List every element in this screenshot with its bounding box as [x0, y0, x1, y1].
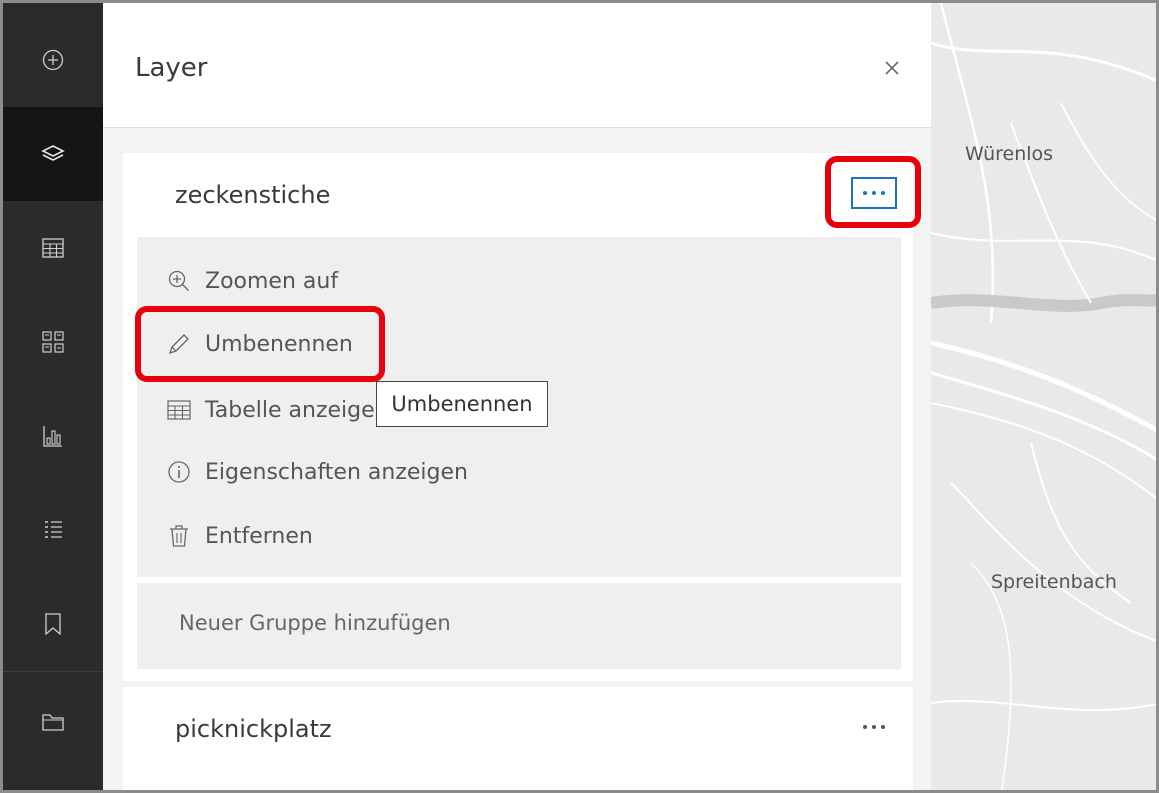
more-options-button[interactable]: [851, 711, 897, 743]
add-icon: [42, 49, 64, 71]
menu-item-label: Umbenennen: [205, 331, 353, 357]
folder-icon: [42, 714, 64, 731]
panel-header: Layer: [103, 3, 931, 128]
chart-icon: [43, 426, 62, 447]
more-options-icon: [863, 725, 867, 729]
dot: [881, 191, 885, 195]
layers-icon: [41, 145, 65, 161]
add-group-label[interactable]: Neuer Gruppe hinzufügen: [179, 611, 451, 635]
menu-item-remove[interactable]: Entfernen: [165, 516, 313, 556]
info-icon: [168, 461, 190, 483]
toolbar-add-button[interactable]: [3, 13, 103, 107]
pencil-icon: [168, 334, 189, 355]
menu-item-label: Eigenschaften anzeigen: [205, 459, 468, 485]
menu-item-zoom[interactable]: Zoomen auf: [165, 261, 338, 301]
toolbar-widgets-button[interactable]: [3, 295, 103, 389]
layer-card: picknickplatz: [123, 687, 913, 790]
dot: [881, 725, 885, 729]
close-icon[interactable]: [881, 57, 903, 79]
dot: [872, 191, 876, 195]
legend-list-icon: [45, 521, 62, 538]
add-group-row[interactable]: Neuer Gruppe hinzufügen: [137, 583, 901, 669]
map-base: [931, 3, 1156, 790]
toolbar-legend-button[interactable]: [3, 483, 103, 577]
menu-item-label: Zoomen auf: [205, 268, 339, 294]
toolbar-table-button[interactable]: [3, 201, 103, 295]
more-options-icon: [863, 191, 867, 195]
bookmark-icon: [45, 613, 61, 635]
widgets-icon: [42, 331, 64, 353]
layer-panel: Layer zeckenstiche Zoomen auf Umbenennen…: [103, 3, 931, 790]
table-icon: [167, 400, 191, 420]
map-label-spreitenbach: Spreitenbach: [991, 571, 1117, 593]
toolbar-bookmark-button[interactable]: [3, 577, 103, 671]
panel-title: Layer: [135, 53, 208, 83]
layer-name[interactable]: zeckenstiche: [175, 181, 330, 209]
toolbar-chart-button[interactable]: [3, 389, 103, 483]
layer-name[interactable]: picknickplatz: [175, 715, 332, 743]
more-options-button[interactable]: [851, 177, 897, 209]
left-toolbar: [3, 3, 103, 790]
toolbar-divider: [3, 671, 103, 672]
menu-item-table[interactable]: Tabelle anzeigen: [165, 390, 389, 430]
rename-tooltip: Umbenennen: [376, 381, 548, 427]
map-view[interactable]: Würenlos Spreitenbach: [931, 3, 1156, 790]
menu-item-rename[interactable]: Umbenennen: [165, 324, 353, 364]
toolbar-folder-button[interactable]: [3, 675, 103, 769]
toolbar-layers-button[interactable]: [3, 107, 103, 201]
table-icon: [42, 238, 64, 258]
zoom-in-icon: [168, 270, 189, 291]
menu-item-properties[interactable]: Eigenschaften anzeigen: [165, 452, 468, 492]
app-window: Layer zeckenstiche Zoomen auf Umbenennen…: [0, 0, 1159, 793]
menu-item-label: Tabelle anzeigen: [205, 397, 389, 423]
trash-icon: [170, 525, 188, 547]
dot: [872, 725, 876, 729]
map-label-wurenlos: Würenlos: [965, 143, 1054, 165]
menu-item-label: Entfernen: [205, 523, 313, 549]
